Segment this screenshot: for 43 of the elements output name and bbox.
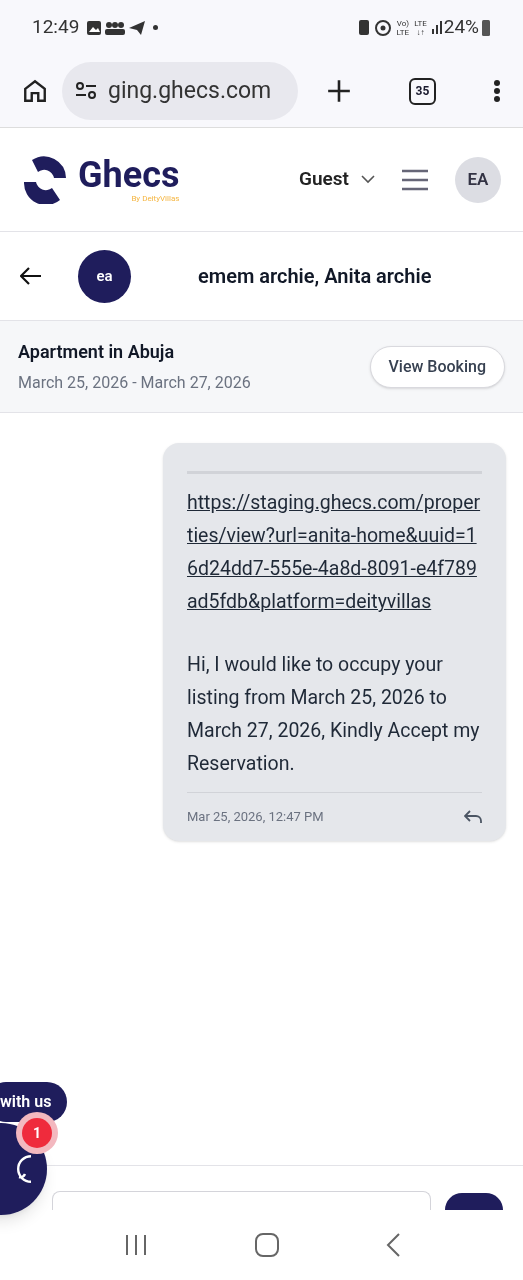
message-text: Hi, I would like to occupy your listing from March 25, 2026 to March 27, 2026, Kindly Accept my Reservation. (187, 652, 481, 777)
clock: 12:49 (32, 14, 80, 41)
volte-label: Vo) (396, 18, 409, 28)
back-arrow-icon[interactable] (20, 267, 42, 285)
role-dropdown[interactable]: Guest (299, 165, 375, 194)
user-avatar[interactable]: EA (455, 156, 501, 203)
group-icon (105, 20, 126, 35)
logo-text: Ghecs (78, 155, 180, 194)
chat-bubble-icon (15, 1155, 32, 1183)
hotspot-icon (374, 19, 391, 36)
home-icon[interactable] (22, 78, 48, 104)
message-timestamp: Mar 25, 2026, 12:47 PM (187, 808, 324, 826)
dot-icon (153, 25, 159, 30)
tab-count-button[interactable]: 35 (409, 77, 436, 105)
signal-icon (431, 21, 442, 34)
reply-icon[interactable] (464, 809, 482, 824)
site-settings-icon[interactable] (74, 81, 98, 101)
conversation-title: emem archie, Anita archie (198, 263, 432, 290)
data-arrows: ↓↑ (416, 27, 425, 37)
gallery-icon (87, 20, 102, 35)
chevron-down-icon (361, 175, 375, 184)
volte-label: LTE (396, 27, 410, 37)
view-booking-button[interactable]: View Booking (369, 345, 505, 388)
contact-avatar: ea (78, 249, 131, 303)
logo-tagline: By DeityVillas (131, 193, 180, 204)
menu-icon[interactable] (401, 168, 429, 191)
url-text: ging.ghecs.com (108, 75, 272, 106)
address-bar[interactable]: ging.ghecs.com (62, 62, 298, 120)
plus-icon[interactable] (326, 78, 352, 104)
battery-percentage: 24% (443, 14, 479, 41)
network-type-label: LTE (414, 18, 427, 28)
send-button[interactable] (445, 1193, 503, 1210)
battery-saver-icon (358, 20, 369, 35)
back-icon[interactable] (385, 1233, 400, 1257)
recent-apps-icon[interactable] (123, 1234, 148, 1256)
more-icon[interactable] (493, 79, 501, 103)
home-button-icon[interactable] (254, 1233, 279, 1257)
chat-label[interactable]: with us (0, 1082, 68, 1122)
battery-icon (481, 19, 491, 36)
booking-dates: March 25, 2026 - March 27, 2026 (18, 372, 251, 394)
listing-title: Apartment in Abuja (18, 340, 176, 364)
property-link[interactable]: https://staging.ghecs.com/properties/view?url=anita-home&uuid=16d24dd7-555e-4a8d-8091-e4f789ad5fdb&platform=deityvillas (187, 486, 482, 618)
telegram-icon (129, 20, 146, 35)
